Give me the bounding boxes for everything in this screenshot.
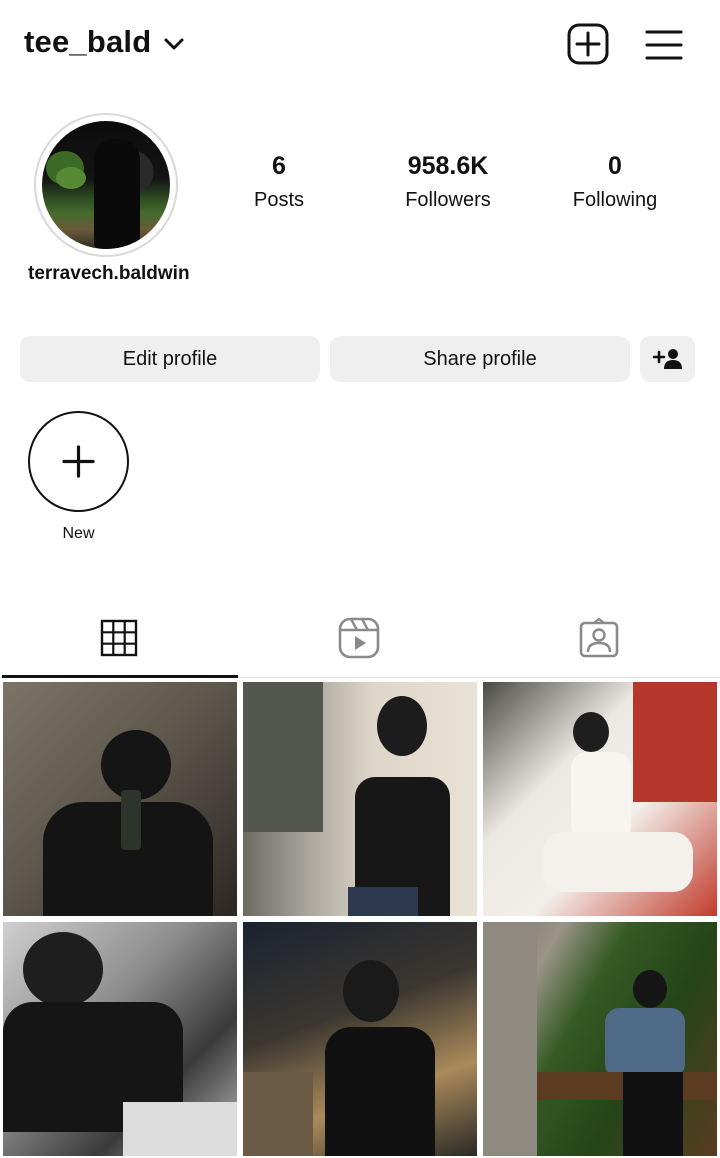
tab-posts-grid[interactable] [59,610,179,666]
grid-icon [100,619,138,657]
edit-profile-button[interactable]: Edit profile [20,336,320,382]
stat-posts[interactable]: 6 Posts [209,152,349,212]
post-tile[interactable] [483,922,717,1156]
new-highlight-button[interactable] [28,411,129,512]
new-highlight-label: New [62,525,95,542]
plus-icon [62,445,95,478]
stat-following-label: Following [572,189,658,211]
avatar[interactable] [42,121,170,249]
stat-following[interactable]: 0 Following [545,152,685,212]
stat-posts-label: Posts [253,189,305,211]
tab-tagged[interactable] [539,610,659,666]
stat-posts-value: 6 [272,152,286,180]
add-person-icon [652,349,682,369]
stat-followers-value: 958.6K [407,152,489,180]
profile-full-name: terravech.baldwin [28,263,190,284]
post-tile[interactable] [243,922,477,1156]
post-tile[interactable] [3,682,237,916]
post-tile[interactable] [3,922,237,1156]
reels-icon [338,617,380,659]
post-tile[interactable] [243,682,477,916]
share-profile-button[interactable]: Share profile [330,336,630,382]
chevron-down-icon[interactable] [162,32,186,56]
tab-reels[interactable] [299,610,419,666]
tagged-icon [579,618,619,658]
discover-people-button[interactable] [640,336,695,382]
post-tile[interactable] [483,682,717,916]
stat-followers-label: Followers [405,189,491,211]
stat-following-value: 0 [608,152,622,180]
stat-followers[interactable]: 958.6K Followers [378,152,518,212]
active-tab-indicator [2,675,238,678]
new-post-icon[interactable] [566,22,610,66]
menu-icon[interactable] [644,28,684,62]
profile-username[interactable]: tee_bald [24,24,151,60]
